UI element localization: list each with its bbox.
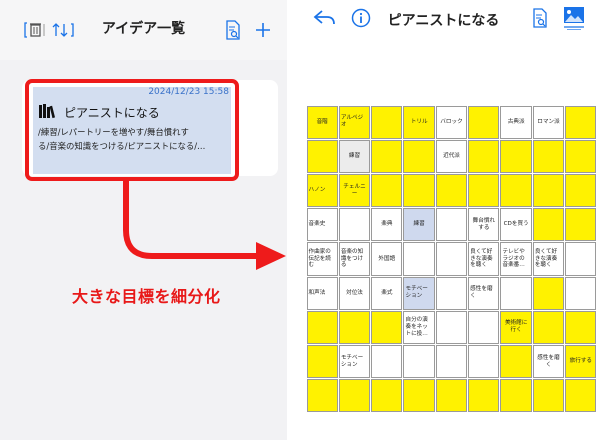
grid-cell[interactable]: ロマン派 <box>532 105 565 139</box>
grid-cell[interactable] <box>468 310 500 345</box>
grid-cell[interactable]: 良くて好きな演奏を聴く <box>468 242 500 276</box>
grid-cell[interactable]: 古典派 <box>500 105 532 139</box>
grid-cell[interactable] <box>371 345 403 379</box>
grid-cell[interactable]: 感性を磨く <box>532 345 565 379</box>
grid-cell[interactable] <box>565 173 597 208</box>
grid-cell[interactable]: 外国語 <box>371 242 403 276</box>
grid-cell[interactable] <box>435 242 468 276</box>
grid-cell[interactable] <box>338 310 371 345</box>
grid-cell[interactable]: 感性を磨く <box>468 276 500 310</box>
grid-cell[interactable]: モチベーション <box>403 276 435 310</box>
grid-cell[interactable]: CDを買う <box>500 208 532 242</box>
grid-cell[interactable]: 対位法 <box>338 276 371 310</box>
grid-cell[interactable]: 舞台慣れする <box>468 208 500 242</box>
grid-cell[interactable] <box>435 173 468 208</box>
grid-cell[interactable]: アルペジオ <box>338 105 371 139</box>
grid-cell[interactable]: 音階 <box>306 105 338 139</box>
grid-cell[interactable] <box>306 310 338 345</box>
grid-cell[interactable] <box>306 345 338 379</box>
grid-cell[interactable]: 楽式 <box>371 276 403 310</box>
grid-cell[interactable] <box>565 379 597 413</box>
grid-cell[interactable] <box>565 242 597 276</box>
plus-icon[interactable] <box>255 22 271 38</box>
grid-cell[interactable] <box>435 345 468 379</box>
grid-cell[interactable]: ハノン <box>306 173 338 208</box>
grid-cell[interactable] <box>500 276 532 310</box>
grid-cell[interactable] <box>532 276 565 310</box>
grid-cell[interactable]: 音楽史 <box>306 208 338 242</box>
grid-cell[interactable] <box>468 379 500 413</box>
grid-cell[interactable] <box>532 173 565 208</box>
grid-cell[interactable] <box>468 105 500 139</box>
grid-cell[interactable]: 練習 <box>403 208 435 242</box>
grid-cell[interactable]: チェルニー <box>338 173 371 208</box>
grid-cell[interactable] <box>435 276 468 310</box>
grid-cell[interactable] <box>371 139 403 173</box>
grid-cell[interactable] <box>565 105 597 139</box>
grid-cell[interactable] <box>565 276 597 310</box>
grid-cell[interactable] <box>403 379 435 413</box>
grid-cell[interactable]: 和声法 <box>306 276 338 310</box>
search-document-icon[interactable] <box>532 8 548 28</box>
highlight-frame <box>25 79 239 181</box>
grid-cell[interactable] <box>338 208 371 242</box>
grid-cell[interactable]: 練習 <box>338 139 371 173</box>
grid-cell[interactable]: 旅行する <box>565 345 597 379</box>
grid-cell[interactable] <box>468 345 500 379</box>
grid-cell[interactable] <box>500 139 532 173</box>
grid-cell[interactable] <box>532 139 565 173</box>
screenshot-stage: アイデア一覧 2024/12/23 15:58 ピアニストになる /練習/レパー… <box>0 0 600 440</box>
grid-cell[interactable]: 自分の演奏をネットに投… <box>403 310 435 345</box>
image-icon[interactable] <box>563 6 585 30</box>
grid-cell[interactable] <box>371 173 403 208</box>
grid-cell[interactable] <box>403 242 435 276</box>
grid-cell[interactable] <box>532 208 565 242</box>
grid-cell[interactable] <box>565 139 597 173</box>
idea-list-title: アイデア一覧 <box>101 21 186 37</box>
grid-cell[interactable] <box>500 345 532 379</box>
grid-cell[interactable] <box>371 105 403 139</box>
idea-list-screen: アイデア一覧 2024/12/23 15:58 ピアニストになる /練習/レパー… <box>0 0 287 440</box>
mandala-grid: 音階 アルペジオ トリル バロック 古典派 ロマン派 練習 近代派 ハノン チェルニー 音楽史 楽典練… <box>306 105 597 413</box>
grid-cell[interactable] <box>403 139 435 173</box>
grid-cell[interactable] <box>565 208 597 242</box>
grid-cell[interactable]: トリル <box>403 105 435 139</box>
grid-cell[interactable] <box>532 310 565 345</box>
grid-cell[interactable]: 音楽の知識をつける <box>338 242 371 276</box>
grid-cell[interactable]: 楽典 <box>371 208 403 242</box>
grid-cell[interactable]: テレビやラジオの音楽番… <box>500 242 532 276</box>
grid-cell[interactable] <box>435 208 468 242</box>
grid-cell[interactable] <box>468 173 500 208</box>
grid-cell[interactable]: モチベーション <box>338 345 371 379</box>
grid-cell[interactable]: バロック <box>435 105 468 139</box>
search-document-icon[interactable] <box>225 20 241 40</box>
grid-cell[interactable]: 近代派 <box>435 139 468 173</box>
grid-cell[interactable]: 良くて好きな演奏を聴く <box>532 242 565 276</box>
grid-cell[interactable]: 美術館に行く <box>500 310 532 345</box>
grid-cell[interactable]: 作曲家の伝記を読む <box>306 242 338 276</box>
grid-cell[interactable] <box>371 310 403 345</box>
grid-cell[interactable] <box>500 173 532 208</box>
grid-cell[interactable] <box>338 379 371 413</box>
grid-cell[interactable] <box>532 379 565 413</box>
grid-cell[interactable] <box>435 310 468 345</box>
grid-cell[interactable] <box>500 379 532 413</box>
grid-cell[interactable] <box>565 310 597 345</box>
mandala-chart-title: ピアニストになる <box>387 13 500 29</box>
grid-cell[interactable] <box>403 345 435 379</box>
grid-cell[interactable] <box>403 173 435 208</box>
grid-cell[interactable] <box>435 379 468 413</box>
caption-text: 大きな目標を細分化 <box>72 287 221 306</box>
grid-cell[interactable] <box>371 379 403 413</box>
grid-cell[interactable] <box>306 379 338 413</box>
grid-cell[interactable] <box>306 139 338 173</box>
grid-cell[interactable] <box>468 139 500 173</box>
